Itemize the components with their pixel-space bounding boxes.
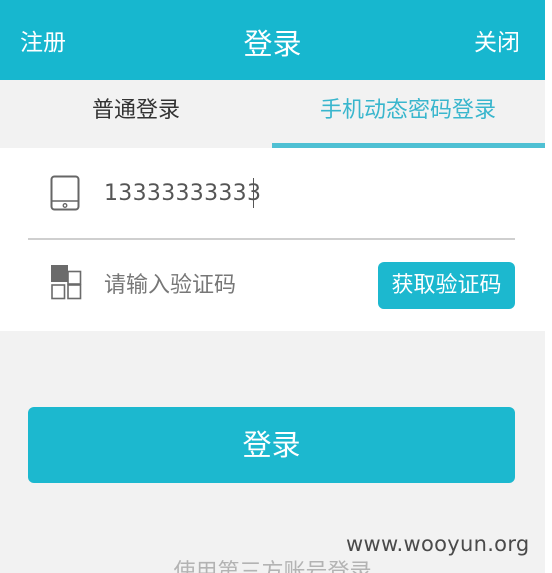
login-tabs: 普通登录 手机动态密码登录 — [0, 80, 545, 148]
text-cursor — [253, 178, 254, 208]
phone-number-input[interactable] — [104, 176, 484, 210]
tab-mobile-dynamic-login-label: 手机动态密码登录 — [319, 98, 496, 123]
mobile-phone-icon — [50, 175, 80, 211]
verification-code-icon — [51, 265, 82, 300]
screen-edge — [545, 0, 552, 573]
verification-code-row: 获取验证码 — [0, 240, 545, 330]
login-button[interactable]: 登录 — [28, 407, 515, 483]
login-screen: 注册 登录 关闭 普通登录 手机动态密码登录 13333333333 请输入验证… — [0, 0, 545, 573]
verification-code-input[interactable] — [104, 265, 359, 305]
tab-normal-login-label: 普通登录 — [91, 98, 180, 123]
close-link[interactable]: 关闭 — [474, 27, 520, 59]
get-verification-code-button[interactable]: 获取验证码 — [378, 262, 515, 309]
watermark: www.wooyun.org — [346, 532, 530, 556]
tab-mobile-dynamic-login[interactable]: 手机动态密码登录 — [272, 80, 544, 148]
phone-row — [0, 148, 545, 238]
page-title: 登录 — [243, 27, 302, 61]
third-party-login-link[interactable]: 使用第三方账号登录 — [0, 558, 545, 573]
tab-normal-login[interactable]: 普通登录 — [0, 80, 272, 148]
login-form: 获取验证码 — [0, 148, 545, 331]
app-header: 注册 登录 关闭 — [0, 0, 545, 80]
